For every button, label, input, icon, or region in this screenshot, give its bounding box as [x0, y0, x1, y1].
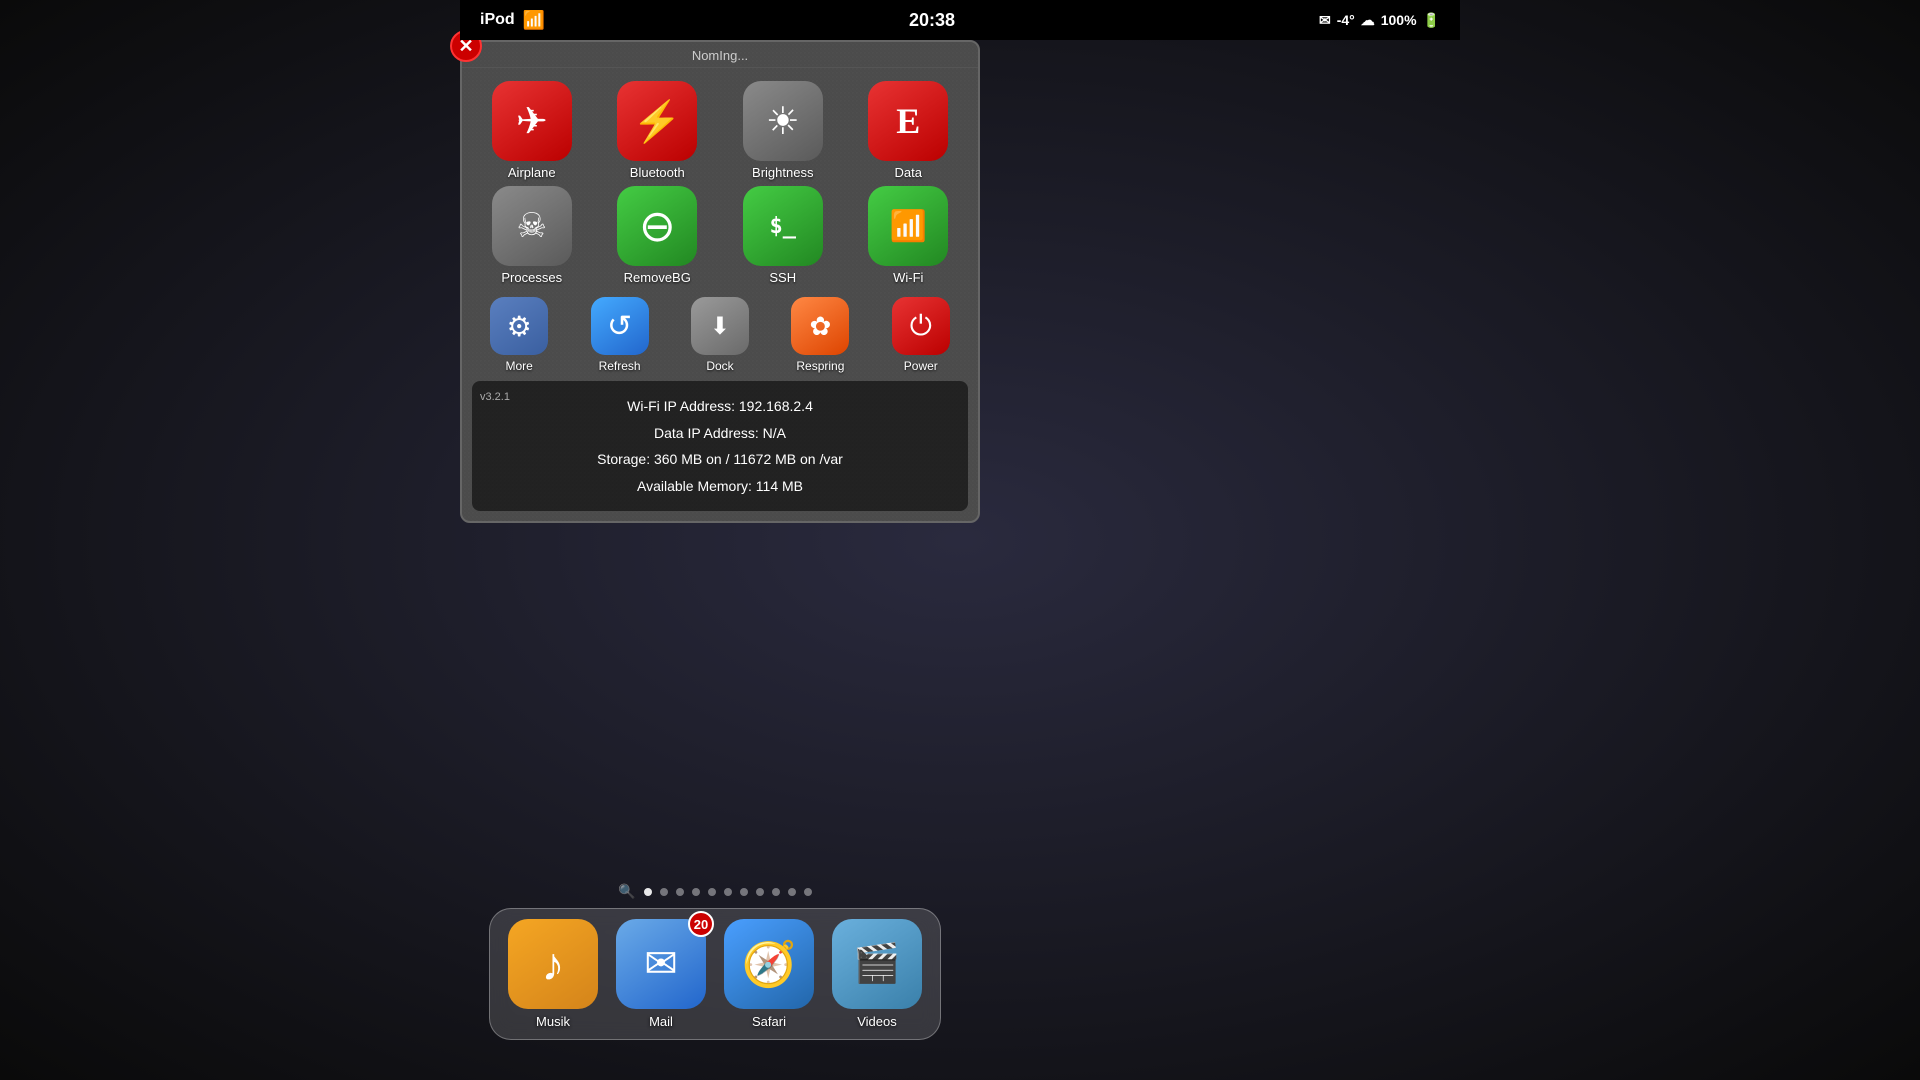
toggle-bluetooth[interactable]: ⚡ Bluetooth	[598, 81, 718, 180]
version-tag: v3.2.1	[480, 387, 510, 408]
bluetooth-label: Bluetooth	[630, 165, 685, 180]
battery-pct: 100%	[1381, 12, 1417, 28]
dot-5	[708, 888, 716, 896]
mail-badge: 20	[688, 911, 714, 937]
bluetooth-icon: ⚡	[617, 81, 697, 161]
safari-label: Safari	[752, 1014, 786, 1029]
brightness-icon: ☀	[743, 81, 823, 161]
removebg-icon: ⊖	[617, 186, 697, 266]
dot-4	[692, 888, 700, 896]
airplane-label: Airplane	[508, 165, 556, 180]
processes-label: Processes	[501, 270, 562, 285]
removebg-label: RemoveBG	[624, 270, 691, 285]
dock-label: Dock	[706, 359, 733, 373]
wifi-toggle-icon: 📶	[868, 186, 948, 266]
mail-label: Mail	[649, 1014, 673, 1029]
status-left: iPod 📶	[480, 10, 545, 31]
dock-item-mail[interactable]: 20 ✉ Mail	[616, 919, 706, 1029]
device-name: iPod	[480, 11, 515, 29]
action-refresh[interactable]: ↺ Refresh	[572, 297, 666, 373]
respring-label: Respring	[796, 359, 844, 373]
airplane-icon: ✈	[492, 81, 572, 161]
dot-2	[660, 888, 668, 896]
status-time: 20:38	[909, 10, 955, 31]
dot-10	[788, 888, 796, 896]
wifi-icon: 📶	[523, 10, 545, 31]
memory-line: Available Memory: 114 MB	[488, 473, 952, 500]
data-icon: E	[868, 81, 948, 161]
power-label: Power	[904, 359, 938, 373]
page-dots: 🔍	[618, 883, 811, 900]
dot-11	[804, 888, 812, 896]
search-dot-icon: 🔍	[618, 883, 635, 900]
dot-9	[772, 888, 780, 896]
dock-item-safari[interactable]: 🧭 Safari	[724, 919, 814, 1029]
musik-icon: ♪	[508, 919, 598, 1009]
videos-icon: 🎬	[832, 919, 922, 1009]
battery-icon: 🔋	[1423, 12, 1440, 29]
dock: ♪ Musik 20 ✉ Mail 🧭 Safari 🎬 Videos	[489, 908, 941, 1040]
status-bar: iPod 📶 20:38 ✉ -4° ☁ 100% 🔋	[460, 0, 1460, 40]
wifi-ip-line: Wi-Fi IP Address: 192.168.2.4	[488, 393, 952, 420]
ssh-icon: $_	[743, 186, 823, 266]
action-more[interactable]: ⚙ More	[472, 297, 566, 373]
toggle-data[interactable]: E Data	[849, 81, 969, 180]
videos-label: Videos	[857, 1014, 897, 1029]
refresh-label: Refresh	[599, 359, 641, 373]
dot-1	[644, 888, 652, 896]
storage-line: Storage: 360 MB on / 11672 MB on /var	[488, 446, 952, 473]
temperature: -4°	[1337, 12, 1355, 28]
processes-icon: ☠	[492, 186, 572, 266]
toggle-removebg[interactable]: ⊖ RemoveBG	[598, 186, 718, 285]
cloud-icon: ☁	[1361, 12, 1375, 29]
toggle-airplane[interactable]: ✈ Airplane	[472, 81, 592, 180]
action-power[interactable]: ⏻ Power	[874, 297, 968, 373]
toggle-grid: ✈ Airplane ⚡ Bluetooth ☀ Brightness E Da…	[462, 73, 978, 293]
widget-panel: ✕ NomIng... ✈ Airplane ⚡ Bluetooth ☀ Bri…	[460, 40, 980, 523]
panel-title: NomIng...	[462, 42, 978, 68]
more-label: More	[506, 359, 533, 373]
toggle-brightness[interactable]: ☀ Brightness	[723, 81, 843, 180]
status-right: ✉ -4° ☁ 100% 🔋	[1319, 12, 1440, 29]
ssh-label: SSH	[769, 270, 796, 285]
dock-area: 🔍 ♪ Musik 20 ✉ Mail �	[380, 883, 1050, 1040]
dot-6	[724, 888, 732, 896]
action-row: ⚙ More ↺ Refresh ⬇ Dock ✿ Respring ⏻ Pow…	[462, 293, 978, 381]
info-panel: v3.2.1 Wi-Fi IP Address: 192.168.2.4 Dat…	[472, 381, 968, 511]
dot-3	[676, 888, 684, 896]
action-dock[interactable]: ⬇ Dock	[673, 297, 767, 373]
dot-7	[740, 888, 748, 896]
wifi-label: Wi-Fi	[893, 270, 923, 285]
safari-icon: 🧭	[724, 919, 814, 1009]
data-label: Data	[895, 165, 922, 180]
toggle-wifi[interactable]: 📶 Wi-Fi	[849, 186, 969, 285]
action-respring[interactable]: ✿ Respring	[773, 297, 867, 373]
dot-8	[756, 888, 764, 896]
data-ip-line: Data IP Address: N/A	[488, 420, 952, 447]
mail-icon: ✉	[1319, 12, 1331, 29]
dock-item-videos[interactable]: 🎬 Videos	[832, 919, 922, 1029]
dock-item-musik[interactable]: ♪ Musik	[508, 919, 598, 1029]
brightness-label: Brightness	[752, 165, 813, 180]
toggle-processes[interactable]: ☠ Processes	[472, 186, 592, 285]
musik-label: Musik	[536, 1014, 570, 1029]
toggle-ssh[interactable]: $_ SSH	[723, 186, 843, 285]
